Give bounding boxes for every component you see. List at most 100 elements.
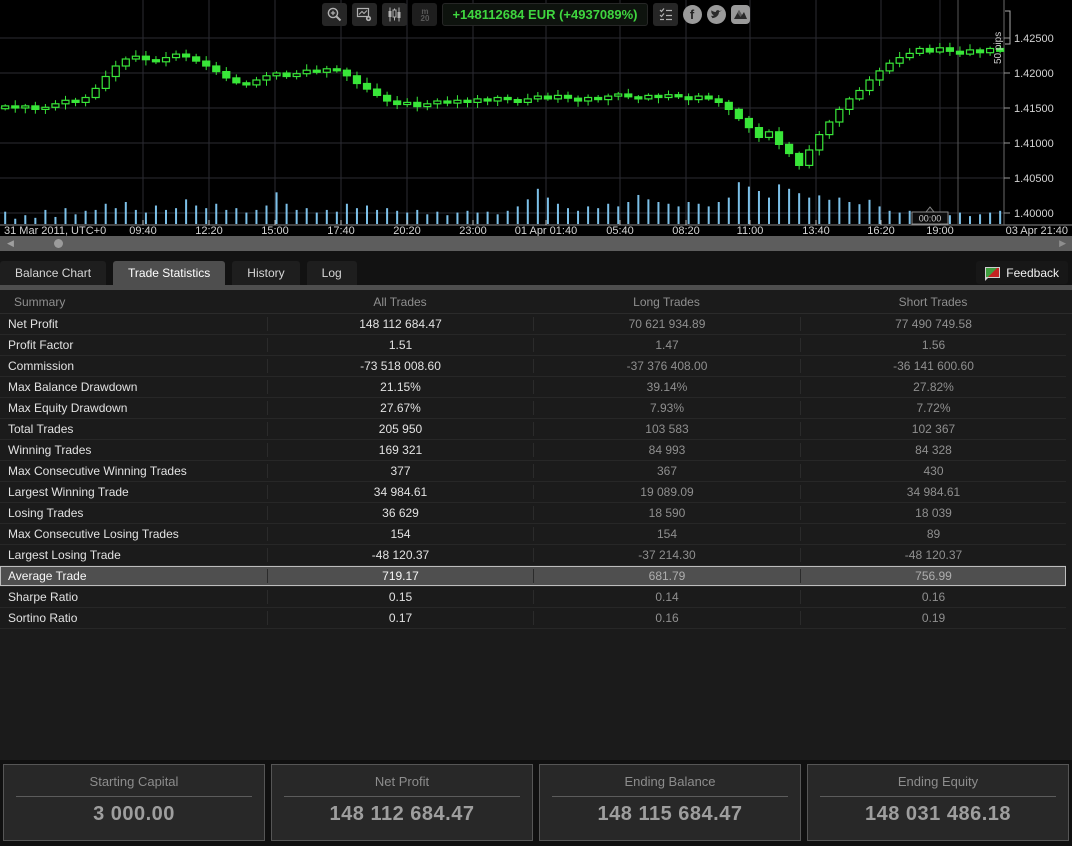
all-trades-value: 0.15 bbox=[267, 590, 533, 604]
summary-box-divider bbox=[16, 796, 252, 797]
long-trades-value: 0.14 bbox=[533, 590, 800, 604]
svg-text:01 Apr 01:40: 01 Apr 01:40 bbox=[515, 225, 577, 236]
twitter-icon bbox=[710, 9, 723, 20]
all-trades-value: 1.51 bbox=[267, 338, 533, 352]
tab-log[interactable]: Log bbox=[307, 261, 357, 285]
svg-text:17:40: 17:40 bbox=[327, 225, 355, 236]
candlesticks bbox=[2, 43, 1004, 170]
account-summary-strip: Starting Capital3 000.00Net Profit148 11… bbox=[0, 760, 1072, 846]
facebook-button[interactable]: f bbox=[683, 5, 702, 24]
chart-settings-button[interactable] bbox=[352, 3, 377, 26]
all-trades-value: 719.17 bbox=[267, 569, 533, 583]
row-label: Winning Trades bbox=[0, 443, 267, 457]
feedback-label: Feedback bbox=[1006, 266, 1059, 280]
table-row[interactable]: Largest Losing Trade-48 120.37-37 214.30… bbox=[0, 545, 1066, 566]
short-trades-value: 0.19 bbox=[800, 611, 1066, 625]
table-row[interactable]: Max Equity Drawdown27.67%7.93%7.72% bbox=[0, 398, 1066, 419]
svg-text:15:00: 15:00 bbox=[261, 225, 289, 236]
long-trades-value: 367 bbox=[533, 464, 800, 478]
short-trades-value: 7.72% bbox=[800, 401, 1066, 415]
column-header[interactable]: All Trades bbox=[267, 295, 533, 309]
tab-balance-chart[interactable]: Balance Chart bbox=[0, 261, 106, 285]
svg-text:1.40500: 1.40500 bbox=[1014, 173, 1054, 185]
svg-text:05:40: 05:40 bbox=[606, 225, 634, 236]
table-row[interactable]: Sharpe Ratio0.150.140.16 bbox=[0, 587, 1066, 608]
price-chart-panel[interactable]: 1.425001.420001.415001.410001.405001.400… bbox=[0, 0, 1072, 236]
long-trades-value: 70 621 934.89 bbox=[533, 317, 800, 331]
svg-text:20:20: 20:20 bbox=[393, 225, 421, 236]
table-row[interactable]: Average Trade719.17681.79756.99 bbox=[0, 566, 1066, 587]
short-trades-value: -36 141 600.60 bbox=[800, 359, 1066, 373]
scroll-thumb[interactable] bbox=[54, 239, 63, 248]
column-header[interactable]: Short Trades bbox=[800, 295, 1066, 309]
all-trades-value: 0.17 bbox=[267, 611, 533, 625]
summary-box-label: Ending Equity bbox=[808, 774, 1068, 789]
table-row[interactable]: Sortino Ratio0.170.160.19 bbox=[0, 608, 1066, 629]
short-trades-value: 34 984.61 bbox=[800, 485, 1066, 499]
candlestick-icon bbox=[386, 6, 403, 23]
svg-text:23:00: 23:00 bbox=[459, 225, 487, 236]
tab-trade-statistics[interactable]: Trade Statistics bbox=[113, 261, 225, 285]
svg-text:16:20: 16:20 bbox=[867, 225, 895, 236]
summary-box-divider bbox=[552, 796, 788, 797]
long-trades-value: 681.79 bbox=[533, 569, 800, 583]
checklist-icon bbox=[657, 6, 674, 23]
period-m20-button[interactable]: m 20 bbox=[412, 3, 437, 26]
chart-type-button[interactable] bbox=[382, 3, 407, 26]
long-trades-value: 7.93% bbox=[533, 401, 800, 415]
short-trades-value: 430 bbox=[800, 464, 1066, 478]
feedback-flag-icon bbox=[985, 267, 1000, 278]
svg-text:1.42500: 1.42500 bbox=[1014, 33, 1054, 45]
svg-text:1.41500: 1.41500 bbox=[1014, 103, 1054, 115]
row-label: Profit Factor bbox=[0, 338, 267, 352]
summary-box-value: 148 031 486.18 bbox=[808, 803, 1068, 826]
svg-text:08:20: 08:20 bbox=[672, 225, 700, 236]
row-label: Largest Losing Trade bbox=[0, 548, 267, 562]
table-row[interactable]: Total Trades205 950103 583102 367 bbox=[0, 419, 1066, 440]
scroll-left-arrow-icon[interactable]: ◀ bbox=[7, 238, 14, 249]
long-trades-value: 0.16 bbox=[533, 611, 800, 625]
candlestick-chart[interactable]: 1.425001.420001.415001.410001.405001.400… bbox=[0, 0, 1072, 236]
brand-button[interactable] bbox=[731, 5, 750, 24]
table-row[interactable]: Max Consecutive Losing Trades15415489 bbox=[0, 524, 1066, 545]
checklist-button[interactable] bbox=[653, 3, 678, 26]
zoom-button[interactable] bbox=[322, 3, 347, 26]
all-trades-value: 148 112 684.47 bbox=[267, 317, 533, 331]
row-label: Commission bbox=[0, 359, 267, 373]
summary-box-ending-equity: Ending Equity 148 031 486.18 bbox=[807, 764, 1069, 841]
twitter-button[interactable] bbox=[707, 5, 726, 24]
zoom-icon bbox=[326, 6, 343, 23]
svg-text:11:00: 11:00 bbox=[737, 225, 764, 236]
all-trades-value: 36 629 bbox=[267, 506, 533, 520]
column-header[interactable]: Long Trades bbox=[533, 295, 800, 309]
long-trades-value: -37 376 408.00 bbox=[533, 359, 800, 373]
table-row[interactable]: Losing Trades36 62918 59018 039 bbox=[0, 503, 1066, 524]
summary-box-starting-capital: Starting Capital3 000.00 bbox=[3, 764, 265, 841]
svg-text:19:00: 19:00 bbox=[926, 225, 954, 236]
long-trades-value: 19 089.09 bbox=[533, 485, 800, 499]
all-trades-value: 34 984.61 bbox=[267, 485, 533, 499]
all-trades-value: -73 518 008.60 bbox=[267, 359, 533, 373]
facebook-icon: f bbox=[690, 7, 694, 22]
scroll-right-arrow-icon[interactable]: ▶ bbox=[1059, 238, 1066, 249]
tab-history[interactable]: History bbox=[232, 261, 299, 285]
row-label: Max Consecutive Losing Trades bbox=[0, 527, 267, 541]
table-row[interactable]: Max Consecutive Winning Trades377367430 bbox=[0, 461, 1066, 482]
feedback-button[interactable]: Feedback bbox=[976, 261, 1068, 284]
long-trades-value: -37 214.30 bbox=[533, 548, 800, 562]
summary-box-value: 148 115 684.47 bbox=[540, 803, 800, 826]
row-label: Sharpe Ratio bbox=[0, 590, 267, 604]
column-header[interactable]: Summary bbox=[0, 295, 267, 309]
all-trades-value: 205 950 bbox=[267, 422, 533, 436]
chart-scrollbar[interactable]: ◀ ▶ bbox=[0, 236, 1072, 251]
table-row[interactable]: Max Balance Drawdown21.15%39.14%27.82% bbox=[0, 377, 1066, 398]
table-row[interactable]: Largest Winning Trade34 984.6119 089.093… bbox=[0, 482, 1066, 503]
table-row[interactable]: Commission-73 518 008.60-37 376 408.00-3… bbox=[0, 356, 1066, 377]
row-label: Net Profit bbox=[0, 317, 267, 331]
table-row[interactable]: Profit Factor1.511.471.56 bbox=[0, 335, 1066, 356]
table-row[interactable]: Winning Trades169 32184 99384 328 bbox=[0, 440, 1066, 461]
all-trades-value: 21.15% bbox=[267, 380, 533, 394]
row-label: Average Trade bbox=[0, 569, 267, 583]
table-row[interactable]: Net Profit148 112 684.4770 621 934.8977 … bbox=[0, 314, 1066, 335]
long-trades-value: 103 583 bbox=[533, 422, 800, 436]
